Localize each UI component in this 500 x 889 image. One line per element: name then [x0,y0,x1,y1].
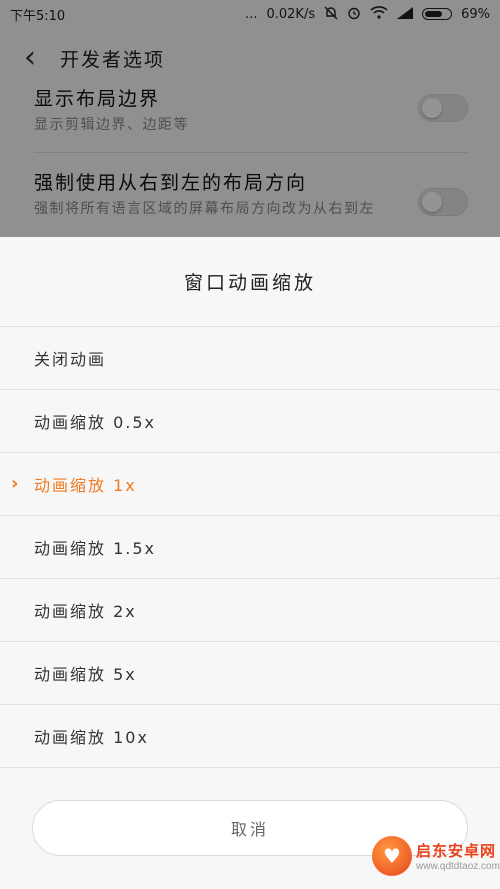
dialog-title: 窗口动画缩放 [0,237,500,327]
selected-chevron-icon: › [11,473,21,494]
watermark: ♥ 启东安卓网 www.qdtdtaoz.com [372,826,500,886]
option-scale-0-5x[interactable]: 动画缩放 0.5x [0,390,500,453]
option-animation-off[interactable]: 关闭动画 [0,327,500,390]
option-scale-10x[interactable]: 动画缩放 10x [0,705,500,768]
option-label: 动画缩放 10x [34,728,149,747]
watermark-logo-icon: ♥ [372,836,412,876]
watermark-name: 启东安卓网 [416,842,497,860]
option-label: 关闭动画 [34,350,107,369]
option-label: 动画缩放 0.5x [34,413,157,432]
option-scale-1x[interactable]: › 动画缩放 1x [0,453,500,516]
watermark-text: 启东安卓网 www.qdtdtaoz.com [416,840,500,872]
option-scale-2x[interactable]: 动画缩放 2x [0,579,500,642]
option-scale-1-5x[interactable]: 动画缩放 1.5x [0,516,500,579]
option-label: 动画缩放 2x [34,602,137,621]
animation-scale-dialog: 窗口动画缩放 关闭动画 动画缩放 0.5x › 动画缩放 1x 动画缩放 1.5… [0,237,500,889]
option-label: 动画缩放 1x [34,476,137,495]
option-label: 动画缩放 1.5x [34,539,157,558]
option-label: 动画缩放 5x [34,665,137,684]
watermark-url: www.qdtdtaoz.com [416,861,500,872]
option-scale-5x[interactable]: 动画缩放 5x [0,642,500,705]
